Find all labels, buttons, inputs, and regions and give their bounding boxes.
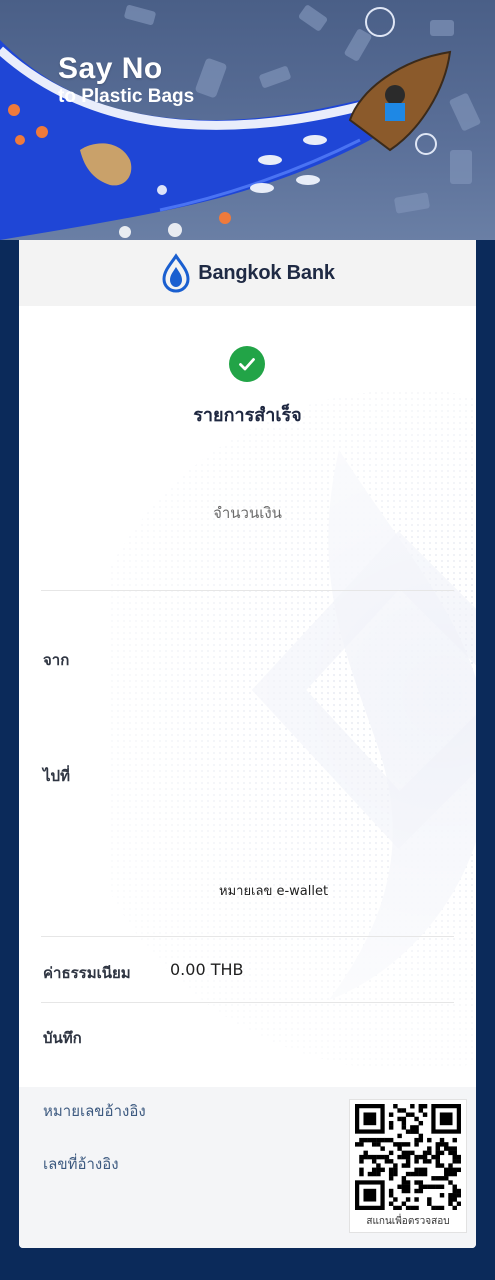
status-title: รายการสำเร็จ: [193, 405, 302, 426]
banner-illustration: [0, 5, 481, 240]
banner-subtitle: to Plastic Bags: [58, 86, 195, 107]
reference-number-label: หมายเลขอ้างอิง: [43, 1102, 146, 1120]
promo-banner[interactable]: Say No to Plastic Bags: [0, 0, 495, 240]
fee-label: ค่าธรรมเนียม: [43, 964, 131, 982]
success-check-icon: [229, 346, 265, 382]
from-label: จาก: [43, 651, 70, 669]
transfer-slip-card: Bangkok Bank รายการสำเร็จ จำนวนเงิน จาก …: [19, 240, 476, 1248]
brand-name: Bangkok Bank: [198, 261, 335, 284]
wallet-number-label: หมายเลข e-wallet: [219, 884, 329, 899]
divider: [41, 936, 454, 937]
reference-footer: หมายเลขอ้างอิง เลขที่อ้างอิง สแกนเพื่อตร…: [19, 1087, 476, 1248]
slip-header: Bangkok Bank: [19, 240, 476, 306]
qr-code-icon: [355, 1104, 461, 1210]
amount-label: จำนวนเงิน: [213, 504, 282, 522]
divider: [41, 590, 454, 591]
watermark-globe: [109, 390, 476, 1070]
banner-title: Say No: [58, 52, 163, 85]
reference-label: เลขที่อ้างอิง: [43, 1155, 119, 1173]
to-label: ไปที่: [43, 767, 70, 785]
lotus-drop-icon: [162, 253, 190, 293]
fee-value: 0.00 THB: [170, 960, 244, 979]
divider: [41, 1002, 454, 1003]
qr-caption: สแกนเพื่อตรวจสอบ: [366, 1216, 450, 1227]
memo-label: บันทึก: [43, 1029, 82, 1047]
verification-qr-code[interactable]: สแกนเพื่อตรวจสอบ: [349, 1099, 467, 1233]
